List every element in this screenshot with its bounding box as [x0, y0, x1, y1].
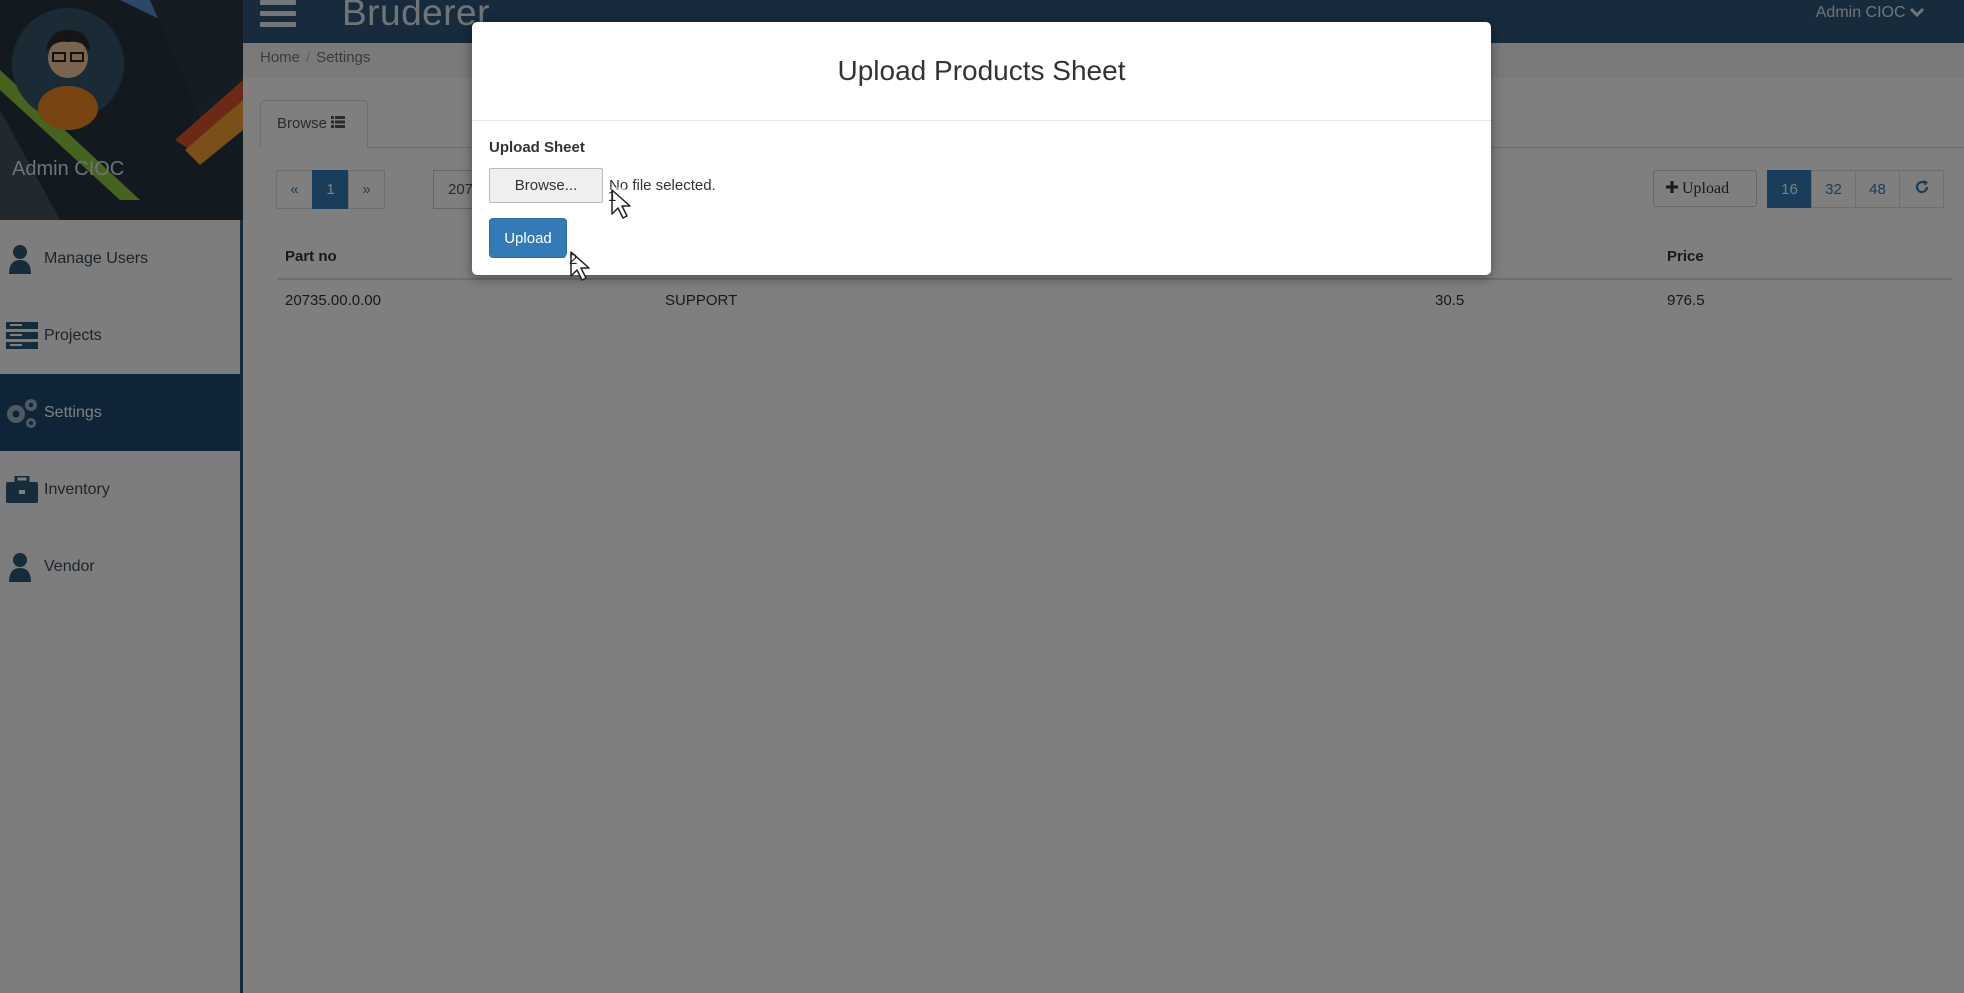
step-1-cursor: 1	[602, 184, 648, 230]
pointer-cursor-icon	[564, 249, 590, 281]
step-2-cursor: 2	[561, 246, 607, 292]
step-2-number: 2	[569, 251, 578, 268]
upload-submit-button[interactable]: Upload	[489, 218, 567, 258]
step-1-number: 1	[608, 188, 617, 205]
browse-button[interactable]: Browse...	[489, 168, 603, 203]
upload-modal: Upload Products Sheet Upload Sheet Brows…	[472, 22, 1491, 275]
modal-title: Upload Products Sheet	[472, 22, 1491, 121]
modal-body: Upload Sheet Browse... No file selected.…	[472, 121, 1491, 258]
upload-sheet-label: Upload Sheet	[489, 139, 585, 156]
